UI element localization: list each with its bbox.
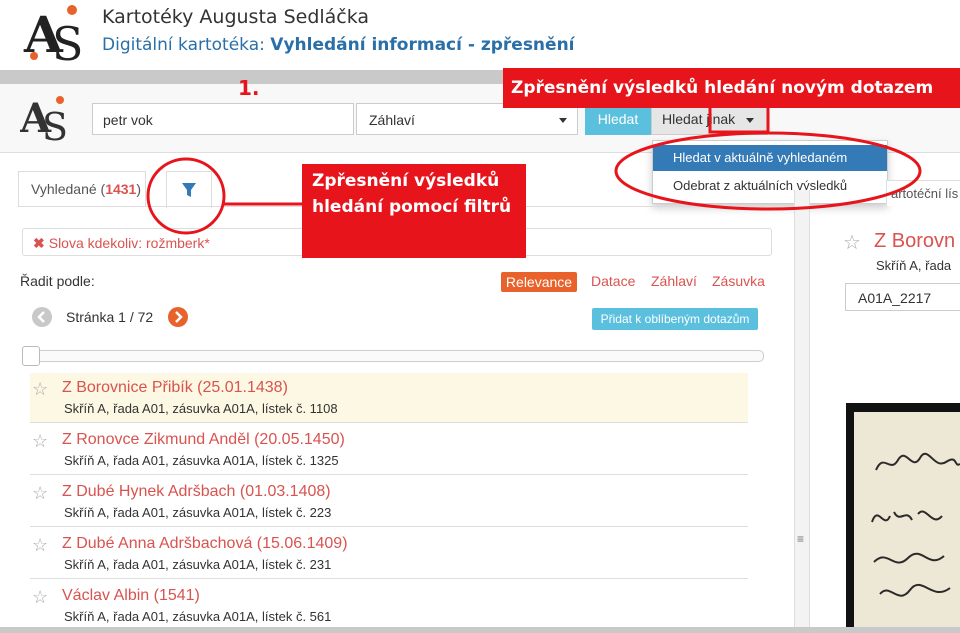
connector-top [708,107,770,134]
highlight-ellipse-dropdown [614,131,922,211]
annotation-overlay [146,107,922,235]
highlight-circle-filter [146,157,226,235]
